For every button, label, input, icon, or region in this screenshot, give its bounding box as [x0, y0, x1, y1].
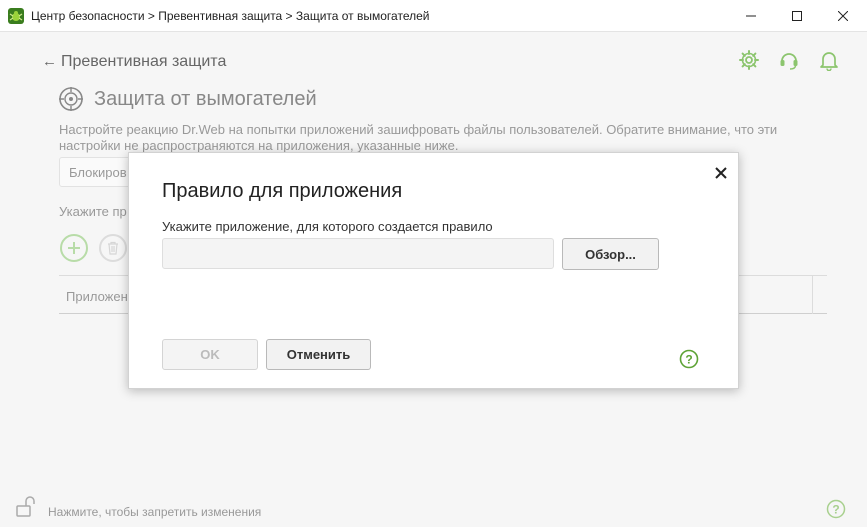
add-app-button[interactable]: [60, 234, 88, 262]
gear-icon[interactable]: [738, 49, 760, 71]
headset-icon[interactable]: [778, 49, 800, 71]
close-icon[interactable]: [713, 165, 729, 181]
close-window-button[interactable]: [820, 0, 866, 32]
app-rule-dialog: Правило для приложения Укажите приложени…: [128, 152, 739, 389]
close-icon: [838, 11, 848, 21]
minimize-button[interactable]: [728, 0, 774, 32]
maximize-button[interactable]: [774, 0, 820, 32]
cancel-button[interactable]: Отменить: [266, 339, 371, 370]
back-link-label: Превентивная защита: [61, 53, 227, 70]
trash-icon: [108, 241, 118, 255]
maximize-icon: [792, 11, 802, 21]
page-title: Защита от вымогателей: [94, 88, 317, 110]
title-bar: Центр безопасности > Превентивная защита…: [0, 0, 867, 32]
plus-icon: [68, 242, 80, 254]
apps-hint-label: Укажите пр: [59, 204, 127, 219]
browse-button[interactable]: Обзор...: [562, 238, 659, 270]
bell-icon[interactable]: [818, 49, 840, 71]
help-icon[interactable]: ?: [826, 499, 846, 519]
arrow-left-icon: ←: [42, 53, 57, 70]
dialog-title: Правило для приложения: [162, 180, 403, 202]
window-title: Центр безопасности > Превентивная защита…: [31, 9, 430, 23]
back-link[interactable]: ← Превентивная защита: [42, 53, 226, 71]
app-path-input[interactable]: [162, 238, 554, 269]
ok-button[interactable]: OK: [162, 339, 258, 370]
svg-text:?: ?: [832, 503, 839, 517]
column-header-application[interactable]: Приложен: [66, 289, 128, 304]
shield-target-icon: [59, 87, 83, 111]
drweb-spider-icon: [8, 8, 24, 24]
minimize-icon: [746, 15, 756, 17]
svg-text:?: ?: [685, 353, 692, 367]
lock-changes-link[interactable]: Нажмите, чтобы запретить изменения: [48, 505, 261, 519]
unlocked-padlock-icon[interactable]: [14, 495, 38, 519]
app-path-label: Укажите приложение, для которого создает…: [162, 219, 493, 234]
section-description: Настройте реакцию Dr.Web на попытки прил…: [59, 122, 778, 153]
column-divider: [812, 276, 813, 314]
delete-app-button[interactable]: [99, 234, 127, 262]
help-icon[interactable]: ?: [679, 349, 699, 369]
